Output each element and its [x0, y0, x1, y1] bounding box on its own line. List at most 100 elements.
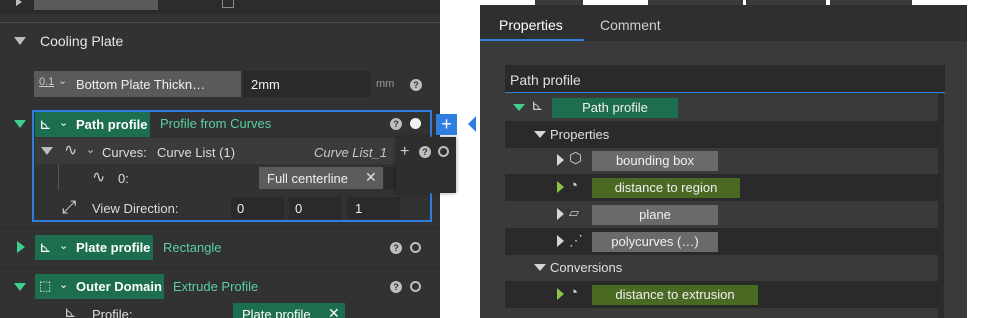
extrude-icon: ⬚ — [39, 278, 52, 293]
section-header: Path profile — [505, 65, 945, 93]
collapse-arrow-icon[interactable] — [41, 147, 53, 155]
divider — [0, 268, 440, 269]
tree-row-plane: ▱ plane — [505, 201, 941, 228]
chevron-down-icon: ⌄ — [59, 240, 69, 252]
help-icon[interactable]: ? — [419, 146, 431, 158]
tree-row-polycurves: ⋰ polycurves (…) — [505, 228, 941, 255]
help-icon[interactable]: ? — [390, 118, 402, 130]
expand-arrow-icon[interactable] — [557, 181, 564, 193]
expand-arrow-icon[interactable] — [557, 208, 564, 220]
section-header-label: Path profile — [510, 72, 581, 88]
collapse-arrow-icon[interactable] — [14, 120, 26, 128]
collapse-arrow-icon[interactable] — [534, 264, 546, 271]
curves-label: Curves: — [102, 145, 147, 160]
outer-domain-chip[interactable]: ⬚ ⌄ Outer Domain — [35, 274, 164, 299]
expand-arrow-icon[interactable] — [17, 241, 25, 253]
collapse-arrow-icon[interactable] — [534, 131, 546, 138]
tab-comment[interactable]: Comment — [584, 5, 684, 41]
group-label: Conversions — [550, 260, 623, 275]
help-icon[interactable]: ? — [390, 242, 402, 254]
state-ring-icon[interactable] — [410, 281, 421, 292]
remove-icon[interactable]: ✕ — [328, 305, 340, 318]
chip-label: Full centerline — [267, 171, 348, 186]
bottom-plate-label: Bottom Plate Thickn… — [76, 77, 206, 92]
path-profile-label: Path profile — [76, 117, 148, 132]
plane-icon: ▱ — [569, 205, 579, 220]
plate-profile-chip[interactable]: ⊾ ⌄ Plate profile — [35, 235, 153, 260]
node-plane[interactable]: plane — [592, 205, 718, 225]
expand-arrow-icon[interactable] — [16, 0, 22, 6]
tab-properties[interactable]: Properties — [480, 5, 584, 41]
chevron-down-icon: ⌄ — [59, 279, 69, 291]
collapse-arrow-icon[interactable] — [14, 283, 26, 291]
chip-label: Plate profile — [242, 307, 311, 318]
curves-ref: Curve List_1 — [314, 145, 387, 160]
add-button[interactable]: + — [436, 114, 457, 135]
state-ring-icon[interactable] — [410, 242, 421, 253]
plate-profile-label: Plate profile — [76, 240, 151, 255]
root-node[interactable]: Path profile — [552, 98, 678, 118]
expand-arrow-icon[interactable] — [557, 288, 564, 300]
view-direction-z-input[interactable]: 1 — [347, 197, 400, 219]
path-profile-chip[interactable]: ⊾ ⌄ Path profile — [35, 112, 150, 137]
y-value: 0 — [295, 201, 303, 216]
node-bounding-box[interactable]: bounding box — [592, 151, 718, 171]
chevron-down-icon: ⌄ — [58, 75, 68, 87]
clipped-chip — [34, 0, 158, 10]
bottom-plate-chip[interactable]: 0.1 ⌄ Bottom Plate Thickn… — [34, 71, 241, 97]
divider — [0, 228, 440, 229]
expand-arrow-icon[interactable] — [557, 235, 564, 247]
curve-icon: ∿ — [92, 169, 106, 186]
expand-arrow-icon[interactable] — [557, 154, 564, 166]
divider — [0, 22, 440, 23]
outer-domain-label: Outer Domain — [76, 279, 162, 294]
profile-shape-icon: ⊾ — [64, 304, 77, 318]
z-value: 1 — [355, 201, 363, 216]
view-direction-x-input[interactable]: 0 — [231, 197, 284, 219]
x-value: 0 — [237, 201, 245, 216]
node-polycurves[interactable]: polycurves (…) — [592, 232, 718, 252]
help-icon[interactable]: ? — [390, 281, 402, 293]
curves-value[interactable]: Curve List (1) — [157, 145, 235, 160]
item-index-label: 0: — [118, 171, 129, 186]
help-icon[interactable]: ? — [410, 79, 422, 91]
outer-domain-type: Extrude Profile — [173, 279, 259, 294]
state-ring-icon[interactable] — [438, 146, 449, 157]
add-icon[interactable]: + — [400, 143, 409, 161]
full-centerline-chip[interactable]: Full centerline ✕ — [259, 167, 383, 189]
state-dot-icon[interactable] — [410, 118, 421, 129]
group-label: Properties — [550, 127, 610, 142]
profile-shape-icon: ⊾ — [39, 239, 52, 256]
profile-shape-icon: ⊾ — [39, 116, 52, 133]
path-profile-type: Profile from Curves — [160, 116, 272, 131]
checkbox[interactable] — [222, 0, 234, 8]
profile-row-chip[interactable]: Plate profile ✕ — [233, 303, 345, 318]
number-badge-icon: 0.1 — [39, 76, 55, 88]
left-panel: Cooling Plate 0.1 ⌄ Bottom Plate Thickn…… — [0, 0, 440, 318]
collapse-arrow-icon[interactable] — [513, 104, 525, 111]
signal-icon: ◔ — [569, 177, 579, 194]
tree-row-bounding-box: ⬡ bounding box — [505, 147, 941, 174]
view-direction-y-input[interactable]: 0 — [289, 197, 342, 219]
tree-row-conversions: Conversions — [505, 254, 941, 281]
node-distance-to-extrusion[interactable]: distance to extrusion — [592, 285, 758, 305]
pointer-icon — [468, 116, 476, 132]
plate-profile-type: Rectangle — [163, 240, 222, 255]
bottom-plate-input[interactable]: 2mm — [243, 71, 371, 97]
tab-label: Comment — [600, 17, 661, 33]
clipped-row — [0, 0, 440, 14]
node-distance-to-region[interactable]: distance to region — [592, 178, 740, 198]
curve-icon: ∿ — [64, 142, 78, 159]
profile-row-label: Profile: — [92, 307, 133, 318]
profile-shape-icon: ⊾ — [531, 97, 544, 114]
row-actions-popup: + ? — [396, 137, 456, 193]
tree-row-properties: Properties — [505, 121, 941, 148]
cube-icon: ⬡ — [569, 150, 583, 167]
remove-icon[interactable]: ✕ — [365, 169, 377, 186]
unit-label: mm — [376, 78, 395, 90]
signal-icon: ◔ — [569, 284, 579, 301]
tree-guide — [58, 164, 59, 190]
direction-arrow-icon: ⤢ — [62, 197, 77, 217]
bottom-plate-value: 2mm — [251, 77, 280, 92]
collapse-arrow-icon[interactable] — [14, 37, 26, 45]
